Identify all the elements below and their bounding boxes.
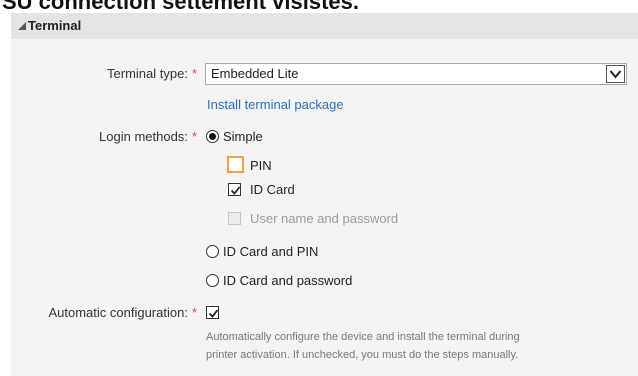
checkbox-automatic-configuration[interactable]: [206, 306, 219, 319]
login-methods-label-text: Login methods:: [99, 129, 188, 144]
radio-id-card-and-pin-label[interactable]: ID Card and PIN: [223, 243, 318, 260]
collapse-triangle-icon[interactable]: [18, 22, 26, 30]
page-heading-text: SU connection settement visistes.: [2, 0, 359, 12]
automatic-configuration-label-text: Automatic configuration:: [48, 305, 188, 320]
automatic-configuration-help-line-1: Automatically configure the device and i…: [206, 331, 520, 343]
checkbox-id-card-label[interactable]: ID Card: [250, 181, 295, 198]
radio-id-card-and-pin[interactable]: [206, 245, 219, 258]
radio-simple-label[interactable]: Simple: [223, 128, 263, 145]
checkbox-pin-label[interactable]: PIN: [250, 157, 272, 174]
checkmark-icon: [208, 309, 219, 318]
page-heading-fragment: SU connection settement visistes.: [0, 0, 638, 12]
terminal-type-select[interactable]: Embedded Lite: [205, 63, 627, 85]
section-title: Terminal: [28, 18, 82, 33]
radio-id-card-and-password-label[interactable]: ID Card and password: [223, 272, 352, 289]
checkbox-id-card[interactable]: [228, 183, 241, 196]
required-marker: *: [191, 129, 197, 144]
checkbox-user-name-password: [228, 212, 241, 225]
dropdown-toggle[interactable]: [606, 65, 625, 83]
automatic-configuration-label: Automatic configuration: *: [0, 304, 197, 321]
checkbox-pin[interactable]: [227, 156, 244, 173]
terminal-type-label-text: Terminal type:: [107, 66, 188, 81]
required-marker: *: [191, 66, 197, 81]
radio-dot: [209, 133, 216, 140]
chevron-down-icon: [609, 70, 622, 79]
terminal-type-selected-value: Embedded Lite: [211, 66, 299, 81]
radio-simple[interactable]: [206, 130, 219, 143]
radio-id-card-and-password[interactable]: [206, 274, 219, 287]
checkbox-user-name-password-label: User name and password: [250, 211, 399, 226]
install-terminal-package-link[interactable]: Install terminal package: [207, 97, 344, 113]
terminal-section-body: [11, 39, 638, 376]
automatic-configuration-help-line-2: printer activation. If unchecked, you mu…: [206, 349, 519, 361]
checkmark-icon: [230, 186, 241, 195]
terminal-section-header[interactable]: Terminal: [11, 13, 638, 39]
required-marker: *: [191, 305, 197, 320]
login-methods-label: Login methods: *: [0, 128, 197, 145]
terminal-type-label: Terminal type: *: [0, 65, 197, 82]
